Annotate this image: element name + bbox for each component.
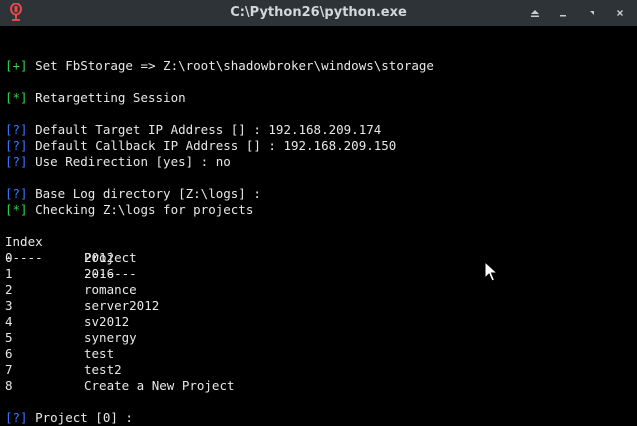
row-project: synergy [84,330,137,345]
storage-text: Set FbStorage => Z:\root\shadowbroker\wi… [27,58,434,73]
tag-question: [?] [5,186,28,201]
target-ip-text: Default Target IP Address [] : 192.168.2… [27,122,382,137]
line-project-prompt[interactable]: [?] Project [0] : [5,410,133,426]
line-retargetting: [*] Retargetting Session [5,90,186,106]
tag-question: [?] [5,122,28,137]
row-project: 2012 [84,250,115,265]
row-project: romance [84,282,137,297]
tag-question: [?] [5,410,28,425]
row-index: 4 [5,314,13,329]
table-row: 2 romance [0,282,637,298]
table-row: 8 Create a New Project [0,378,637,394]
row-index: 2 [5,282,13,297]
line-checking: [*] Checking Z:\logs for projects [5,202,253,218]
title-bar[interactable]: C:\Python26\python.exe [0,0,637,26]
row-index: 6 [5,346,13,361]
log-dir-text: Base Log directory [Z:\logs] : [27,186,261,201]
table-row: 5 synergy [0,330,637,346]
table-row: 3 server2012 [0,298,637,314]
row-index: 8 [5,378,13,393]
tag-star: [*] [5,202,28,217]
checking-text: Checking Z:\logs for projects [27,202,254,217]
row-index: 0 [5,250,13,265]
tag-question: [?] [5,138,28,153]
line-log-dir: [?] Base Log directory [Z:\logs] : [5,186,261,202]
shade-up-icon[interactable] [526,4,544,22]
tag-star: [*] [5,90,28,105]
maximize-icon[interactable] [583,4,601,22]
table-separator: ----- ------- [0,234,637,281]
tag-question: [?] [5,154,28,169]
minimize-icon[interactable] [554,4,572,22]
line-redirection: [?] Use Redirection [yes] : no [5,154,231,170]
row-project: test2 [84,362,122,377]
table-row: 1 2016 [0,266,637,282]
retarget-text: Retargetting Session [27,90,186,105]
row-index: 5 [5,330,13,345]
table-row: 7 test2 [0,362,637,378]
row-index: 1 [5,266,13,281]
line-target-ip: [?] Default Target IP Address [] : 192.1… [5,122,381,138]
row-project: Create a New Project [84,378,235,393]
row-project: test [84,346,115,361]
mouse-pointer-icon [484,260,499,283]
table-row: 0 2012 [0,250,637,266]
callback-ip-text: Default Callback IP Address [] : 192.168… [27,138,397,153]
terminal-output[interactable]: [+] Set FbStorage => Z:\root\shadowbroke… [0,26,637,426]
table-row: 4 sv2012 [0,314,637,330]
line-set-storage: [+] Set FbStorage => Z:\root\shadowbroke… [5,58,434,74]
close-icon[interactable] [611,4,629,22]
row-project: 2016 [84,266,115,281]
line-callback-ip: [?] Default Callback IP Address [] : 192… [5,138,396,154]
row-project: server2012 [84,298,160,313]
row-index: 3 [5,298,13,313]
row-index: 7 [5,362,13,377]
redirection-text: Use Redirection [yes] : no [27,154,231,169]
table-row: 6 test [0,346,637,362]
row-project: sv2012 [84,314,130,329]
project-prompt-text: Project [0] : [27,410,133,425]
table-header: Index Project [0,218,637,265]
tag-plus: [+] [5,58,28,73]
